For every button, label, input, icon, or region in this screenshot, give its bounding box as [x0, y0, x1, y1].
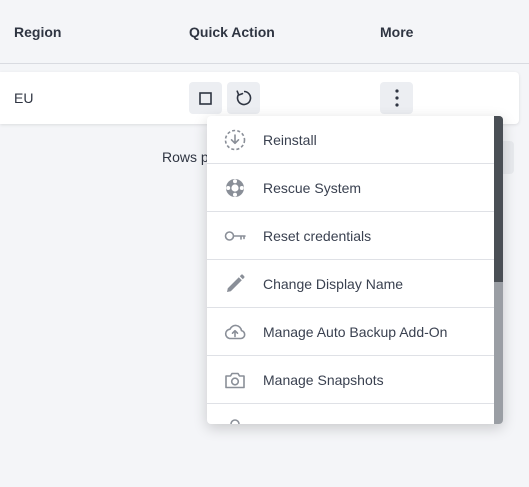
menu-item-rescue-system[interactable]: Rescue System: [207, 164, 494, 212]
menu-scrollbar-thumb[interactable]: [494, 116, 503, 282]
column-header-region[interactable]: Region: [14, 24, 61, 40]
pencil-icon: [223, 272, 247, 296]
column-header-quick-action: Quick Action: [189, 24, 275, 40]
menu-item-change-display-name[interactable]: Change Display Name: [207, 260, 494, 308]
camera-icon: [223, 368, 247, 392]
menu-item-reinstall[interactable]: Reinstall: [207, 116, 494, 164]
rows-per-page-label: Rows p: [162, 149, 208, 165]
menu-item-label: Manage Snapshots: [263, 372, 384, 388]
kebab-menu-icon: [394, 89, 399, 107]
restart-icon: [234, 88, 254, 108]
key-icon: [223, 224, 247, 248]
region-cell: EU: [14, 90, 34, 106]
reinstall-icon: [223, 128, 247, 152]
lifebuoy-icon: [223, 176, 247, 200]
menu-item-label: Manage Auto Backup Add-On: [263, 324, 448, 340]
menu-item-label: Reinstall: [263, 132, 317, 148]
stop-square-icon: [199, 91, 212, 105]
restart-button[interactable]: [227, 82, 260, 114]
more-options-menu: Reinstall Rescue System Reset credential…: [207, 116, 503, 424]
lock-icon: [223, 416, 247, 424]
menu-item-label: Rescue System: [263, 180, 362, 196]
menu-item-manage-auto-backup[interactable]: Manage Auto Backup Add-On: [207, 308, 494, 356]
menu-item-label: Reset credentials: [263, 228, 372, 244]
menu-item-reset-credentials[interactable]: Reset credentials: [207, 212, 494, 260]
more-options-button[interactable]: [380, 82, 413, 114]
menu-item-label: Change Display Name: [263, 276, 404, 292]
menu-item-manage-snapshots[interactable]: Manage Snapshots: [207, 356, 494, 404]
table-header: Region Quick Action More: [0, 0, 529, 64]
cloud-upload-icon: [223, 320, 247, 344]
menu-item-partial[interactable]: [207, 404, 494, 424]
stop-button[interactable]: [189, 82, 222, 114]
column-header-more: More: [380, 24, 414, 40]
